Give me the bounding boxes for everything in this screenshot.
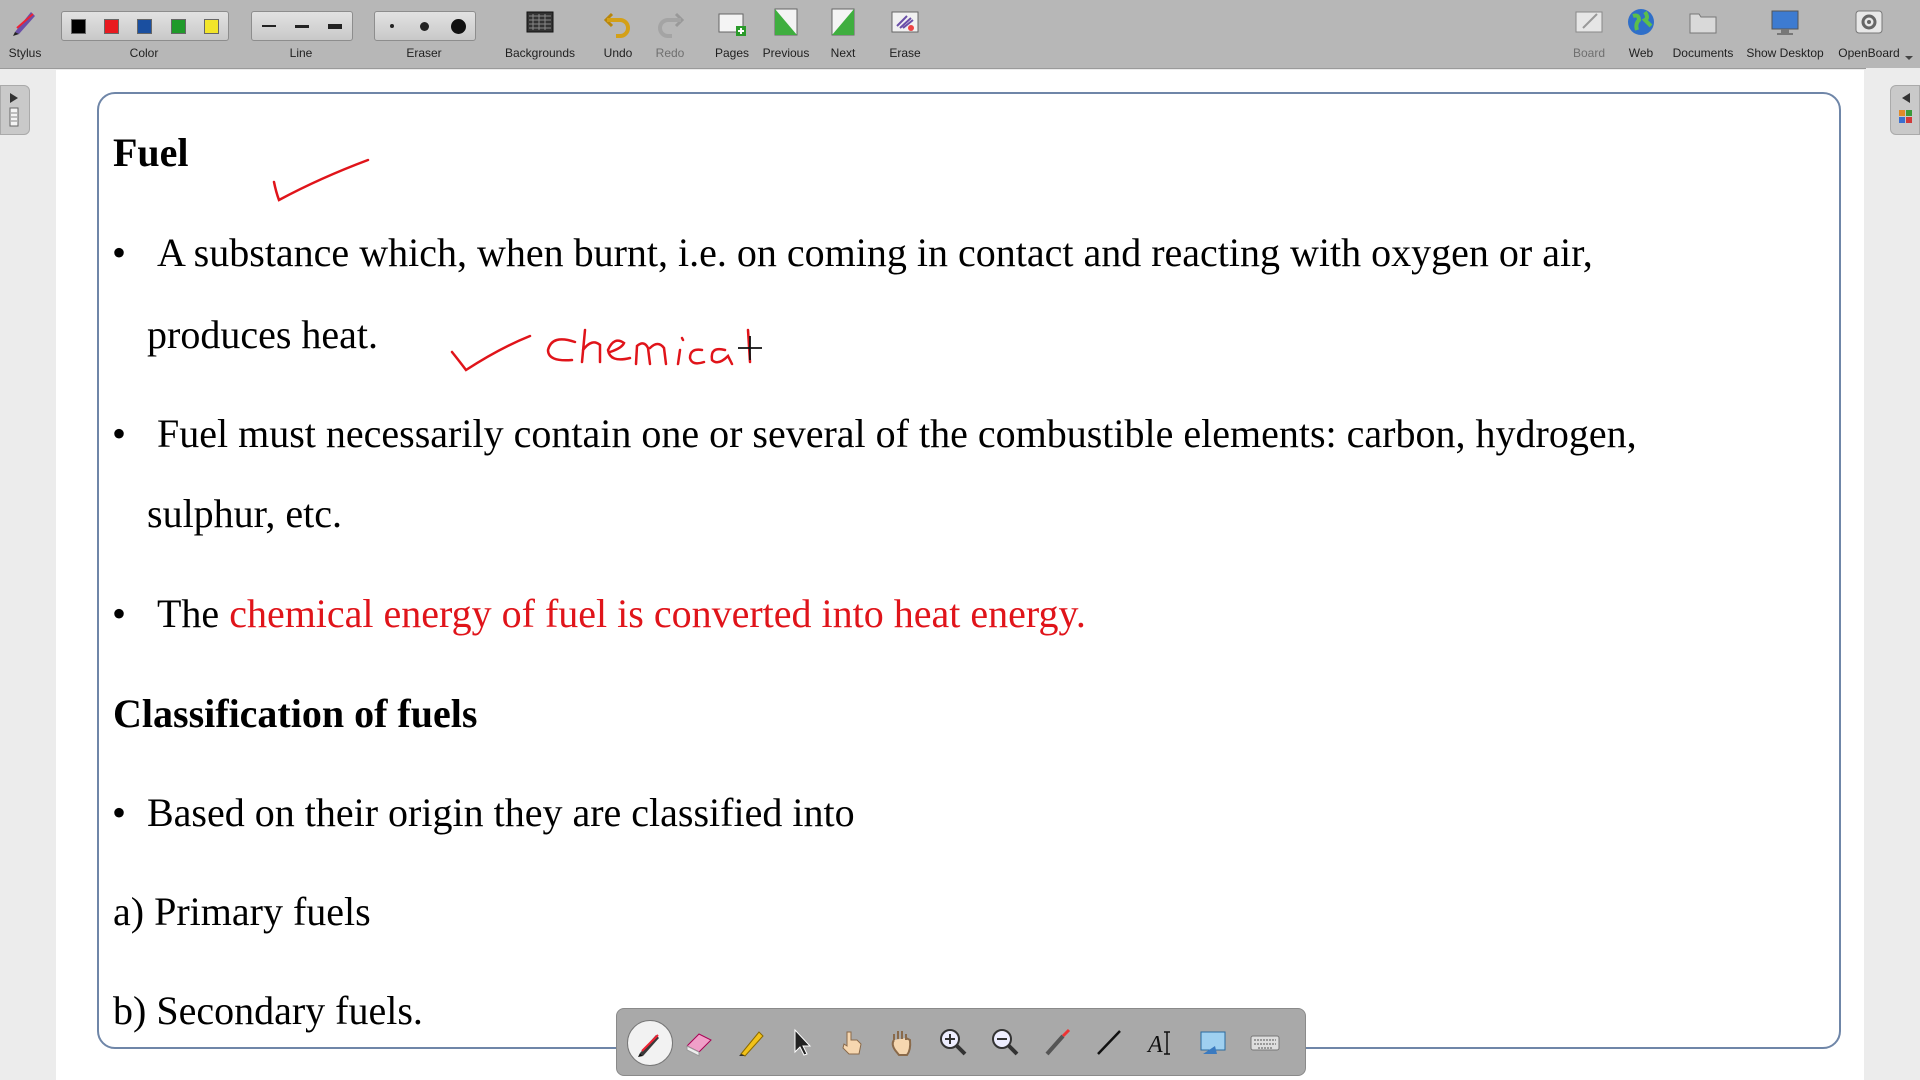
laser-pointer-button[interactable] [1037, 1022, 1077, 1062]
previous-button[interactable]: Previous [760, 0, 812, 68]
redo-icon [658, 12, 685, 38]
heading-fuel: Fuel [113, 130, 189, 175]
hand-icon [891, 1031, 912, 1056]
pages-icon [718, 13, 746, 36]
line-tool-button[interactable] [1089, 1022, 1129, 1062]
stylus-icon [13, 12, 35, 36]
desktop-icon [1771, 10, 1799, 35]
folder-icon [1689, 13, 1717, 34]
keyboard-button[interactable] [1245, 1022, 1285, 1062]
highlighter-icon [739, 1031, 764, 1057]
globe-icon [1628, 9, 1654, 35]
selector-icon [794, 1028, 812, 1056]
bullet3-line: The chemical energy of fuel is converted… [157, 590, 1086, 637]
bullet1-line2: produces heat. [147, 312, 379, 357]
stylus-label: Stylus [8, 46, 42, 60]
select-tool-button[interactable] [781, 1022, 821, 1062]
interact-tool-button[interactable] [831, 1022, 871, 1062]
bullet2-line1: Fuel must necessarily contain one or sev… [157, 411, 1637, 456]
line-icon [1097, 1030, 1121, 1055]
openboard-label: OpenBoard [1838, 46, 1900, 60]
documents-button[interactable]: Documents [1668, 0, 1738, 68]
zoom-out-button[interactable] [985, 1022, 1025, 1062]
color-group: Color [61, 0, 227, 68]
text-icon: A [1146, 1031, 1170, 1058]
next-button[interactable]: Next [826, 0, 860, 68]
board-icon [1575, 11, 1603, 33]
backgrounds-button[interactable]: Backgrounds [500, 0, 580, 68]
show-desktop-button[interactable]: Show Desktop [1744, 0, 1826, 68]
capture-icon [1200, 1031, 1226, 1054]
highlighter-tool-button[interactable] [731, 1022, 771, 1062]
expand-right-icon [9, 93, 19, 127]
left-palette-handle[interactable] [0, 85, 30, 135]
undo-icon [603, 12, 630, 38]
bullet3-prefix: The [157, 591, 220, 636]
stylus-button[interactable]: Stylus [4, 0, 46, 68]
bullet-marker: • [112, 411, 127, 456]
zoom-in-button[interactable] [933, 1022, 973, 1062]
eraser-tool-button[interactable] [679, 1022, 719, 1062]
bullet4-line: Based on their origin they are classifie… [147, 790, 855, 835]
bullet-marker: • [112, 591, 127, 636]
chevron-down-icon[interactable] [1904, 54, 1914, 62]
item-secondary-fuels: b) Secondary fuels. [113, 988, 423, 1033]
pen-tool-button[interactable] [627, 1020, 673, 1066]
pages-label: Pages [714, 46, 750, 60]
web-button[interactable]: Web [1622, 0, 1660, 68]
right-palette-handle[interactable] [1890, 85, 1920, 135]
item-primary-fuels: a) Primary fuels [113, 889, 371, 934]
pages-button[interactable]: Pages [712, 0, 752, 68]
undo-button[interactable]: Undo [600, 0, 636, 68]
laser-icon [1045, 1028, 1071, 1056]
color-label: Color [129, 46, 159, 60]
redo-label: Redo [655, 46, 685, 60]
pen-icon [638, 1034, 659, 1057]
next-page-icon [831, 8, 855, 36]
interact-icon [842, 1031, 862, 1055]
gear-icon [1855, 10, 1883, 34]
text-tool-button[interactable]: A [1141, 1022, 1181, 1062]
zoom-in-icon [940, 1029, 967, 1056]
eraser-group: Eraser [374, 0, 474, 68]
documents-label: Documents [1672, 46, 1734, 60]
bullet1-line1: A substance which, when burnt, i.e. on c… [157, 230, 1593, 275]
previous-page-icon [774, 8, 798, 36]
eraser-label: Eraser [406, 46, 442, 60]
bottom-tool-palette: A [616, 1008, 1306, 1076]
top-toolbar: Stylus Color Line Eraser Backgrounds Und… [0, 0, 1920, 69]
next-label: Next [830, 46, 856, 60]
erase-button[interactable]: Erase [886, 0, 924, 68]
hand-tool-button[interactable] [881, 1022, 921, 1062]
zoom-out-icon [992, 1029, 1019, 1056]
expand-left-icon [1899, 93, 1912, 123]
openboard-menu-button[interactable]: OpenBoard [1834, 0, 1904, 68]
capture-tool-button[interactable] [1193, 1022, 1233, 1062]
backgrounds-icon [526, 11, 554, 33]
line-group: Line [251, 0, 351, 68]
right-margin [1866, 68, 1920, 1080]
erase-icon [891, 11, 919, 33]
board-label: Board [1572, 46, 1606, 60]
bullet-marker: • [112, 790, 127, 835]
show-desktop-label: Show Desktop [1746, 46, 1824, 60]
bullet3-highlight: chemical energy of fuel is converted int… [229, 591, 1086, 636]
heading-classification: Classification of fuels [113, 691, 478, 736]
svg-text:A: A [1146, 1032, 1163, 1058]
web-label: Web [1628, 46, 1654, 60]
eraser-icon [686, 1033, 712, 1057]
keyboard-icon [1250, 1035, 1280, 1051]
bullet-marker: • [112, 230, 127, 275]
bullet2-line2: sulphur, etc. [147, 491, 343, 536]
undo-label: Undo [603, 46, 633, 60]
erase-label: Erase [889, 46, 921, 60]
line-label: Line [289, 46, 313, 60]
backgrounds-label: Backgrounds [504, 46, 576, 60]
redo-button[interactable]: Redo [652, 0, 688, 68]
previous-label: Previous [762, 46, 810, 60]
board-button[interactable]: Board [1570, 0, 1608, 68]
